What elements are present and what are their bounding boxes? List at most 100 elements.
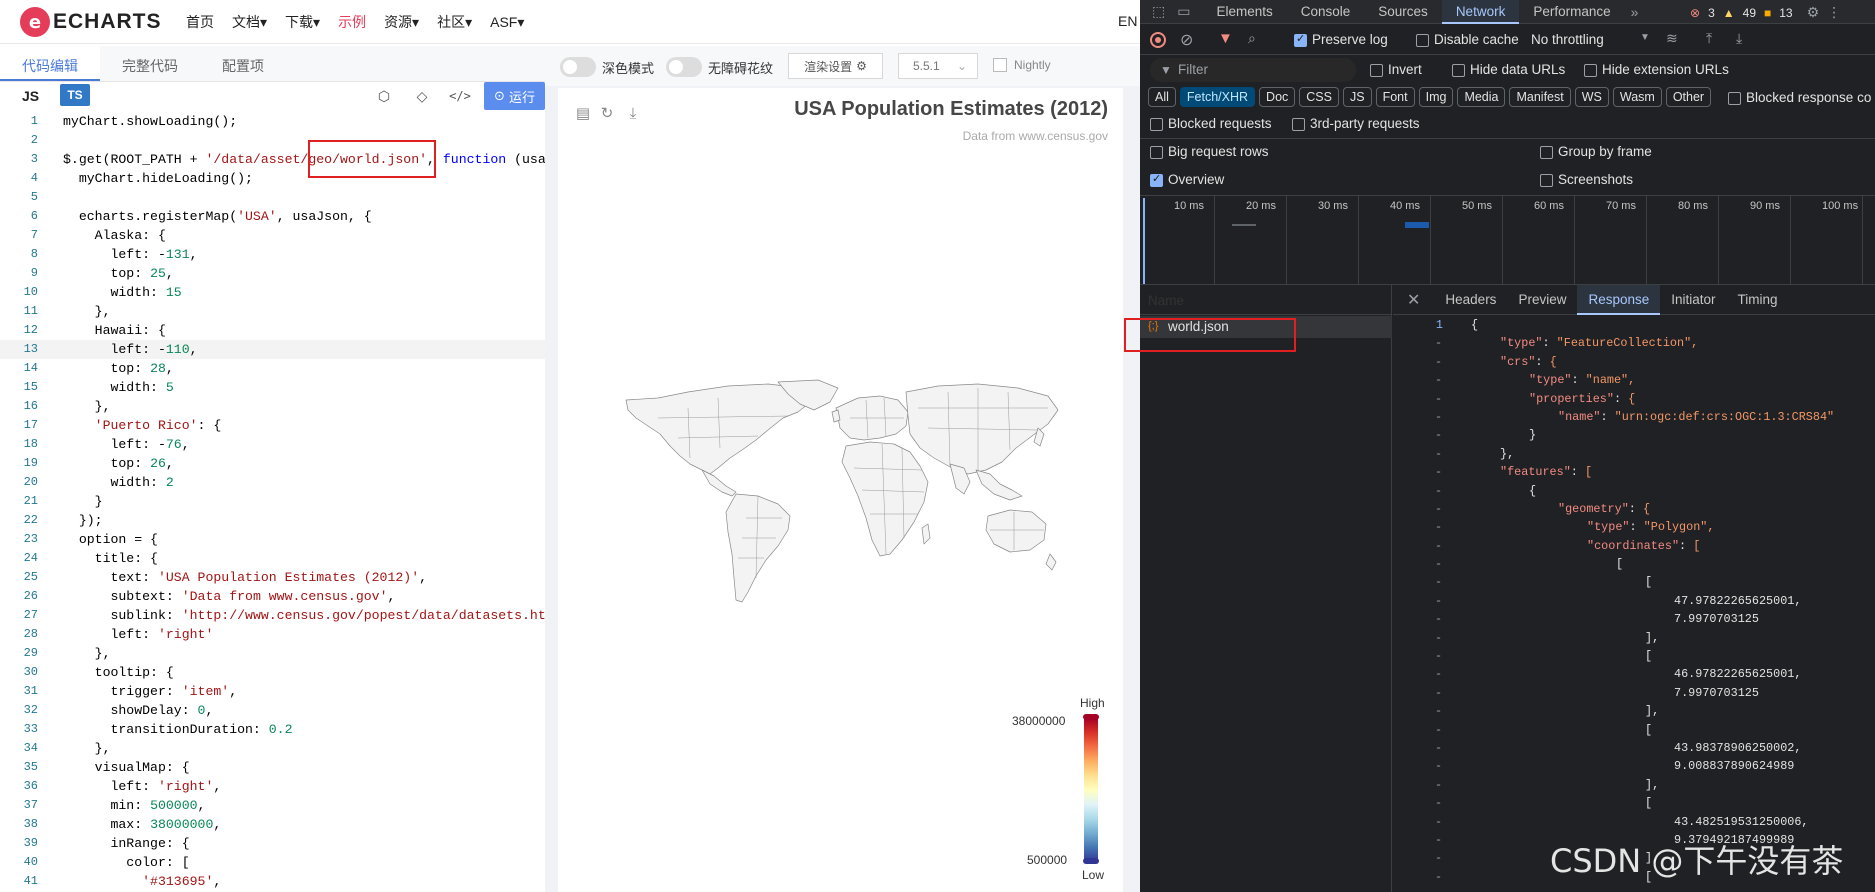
visualmap-bottom-handle[interactable] — [1083, 858, 1099, 864]
invert-checkbox[interactable] — [1370, 64, 1383, 77]
code-line[interactable]: 6 echarts.registerMap('USA', usaJson, { — [0, 207, 545, 226]
nav-link-examples[interactable]: 示例 — [338, 12, 366, 32]
type-ws[interactable]: WS — [1574, 87, 1609, 107]
record-icon[interactable] — [1150, 32, 1166, 48]
a11y-toggle[interactable] — [666, 57, 702, 77]
code-line[interactable]: 19 top: 26, — [0, 454, 545, 473]
lang-ts-toggle[interactable]: TS — [60, 84, 90, 106]
code-line[interactable]: 27 sublink: 'http://www.census.gov/popes… — [0, 606, 545, 625]
type-doc[interactable]: Doc — [1259, 87, 1296, 107]
code-line[interactable]: 30 tooltip: { — [0, 663, 545, 682]
code-line[interactable]: 3 $.get(ROOT_PATH + '/data/asset/geo/worl… — [0, 150, 545, 169]
code-line[interactable]: 35 visualMap: { — [0, 758, 545, 777]
code-line[interactable]: 16 }, — [0, 397, 545, 416]
echarts-logo[interactable]: e ECHARTS — [20, 6, 162, 38]
restore-icon[interactable]: ↻ — [598, 104, 616, 122]
code-line[interactable]: 33 transitionDuration: 0.2 — [0, 720, 545, 739]
overview-checkbox[interactable] — [1150, 172, 1163, 187]
type-css[interactable]: CSS — [1299, 87, 1339, 107]
code-line[interactable]: 32 showDelay: 0, — [0, 701, 545, 720]
code-line[interactable]: 36 left: 'right', — [0, 777, 545, 796]
group-by-frame-checkbox[interactable] — [1540, 146, 1553, 159]
clear-icon[interactable]: ⊘ — [1180, 30, 1193, 50]
code-line[interactable]: 9 top: 25, — [0, 264, 545, 283]
hide-data-urls-checkbox[interactable] — [1452, 64, 1465, 77]
tab-sources[interactable]: Sources — [1364, 0, 1442, 24]
version-select[interactable]: 5.5.1 ⌄ — [898, 53, 978, 79]
issue-counters[interactable]: ⊗ 3 ▲ 49 ■ 13 ⚙ ⋮ — [1690, 4, 1841, 21]
visualmap-top-handle[interactable] — [1083, 714, 1099, 720]
code-line[interactable]: 37 min: 500000, — [0, 796, 545, 815]
cube-icon[interactable]: ⬡ — [374, 86, 394, 106]
code-line[interactable]: 8 left: -131, — [0, 245, 545, 264]
code-line[interactable]: 14 top: 28, — [0, 359, 545, 378]
import-har-icon[interactable]: ⤒ — [1706, 30, 1712, 47]
nav-link-home[interactable]: 首页 — [186, 12, 214, 32]
code-line[interactable]: 26 subtext: 'Data from www.census.gov', — [0, 587, 545, 606]
language-switch[interactable]: EN — [1118, 13, 1137, 29]
code-line[interactable]: 18 left: -76, — [0, 435, 545, 454]
code-line[interactable]: 40 color: [ — [0, 853, 545, 872]
blocked-response-cookies-checkbox[interactable] — [1728, 92, 1741, 105]
tab-headers[interactable]: Headers — [1434, 285, 1507, 315]
tab-console[interactable]: Console — [1287, 0, 1365, 24]
code-line[interactable]: 22 }); — [0, 511, 545, 530]
code-line[interactable]: 24 title: { — [0, 549, 545, 568]
type-fetch-xhr[interactable]: Fetch/XHR — [1179, 87, 1256, 107]
type-manifest[interactable]: Manifest — [1509, 87, 1571, 107]
screenshots-checkbox[interactable] — [1540, 174, 1553, 187]
data-view-icon[interactable]: ▤ — [574, 104, 592, 122]
type-font[interactable]: Font — [1375, 87, 1415, 107]
tab-preview[interactable]: Preview — [1507, 285, 1577, 315]
hide-extension-urls-checkbox[interactable] — [1584, 64, 1597, 77]
nav-link-resources[interactable]: 资源▾ — [384, 12, 419, 32]
code-icon[interactable]: </> — [449, 86, 471, 106]
run-button[interactable]: ⊙ 运行 — [484, 82, 545, 110]
device-toolbar-icon[interactable]: ▭ — [1171, 3, 1202, 20]
close-icon[interactable]: ✕ — [1393, 290, 1434, 310]
tab-elements[interactable]: Elements — [1202, 0, 1286, 24]
code-line[interactable]: 31 trigger: 'item', — [0, 682, 545, 701]
more-tabs-icon[interactable]: » — [1625, 4, 1645, 20]
save-image-icon[interactable]: ⤓ — [624, 104, 642, 122]
code-line[interactable]: 20 width: 2 — [0, 473, 545, 492]
big-request-rows-checkbox[interactable] — [1150, 146, 1163, 159]
code-line[interactable]: 10 width: 15 — [0, 283, 545, 302]
box-icon[interactable]: ◇ — [412, 86, 432, 106]
filter-input[interactable]: Filter — [1150, 58, 1356, 82]
code-line[interactable]: 13 left: -110, — [0, 340, 545, 359]
code-line[interactable]: 15 width: 5 — [0, 378, 545, 397]
nav-link-community[interactable]: 社区▾ — [437, 12, 472, 32]
tab-initiator[interactable]: Initiator — [1660, 285, 1726, 315]
code-line[interactable]: 12 Hawaii: { — [0, 321, 545, 340]
tab-timing[interactable]: Timing — [1727, 285, 1789, 315]
type-img[interactable]: Img — [1418, 87, 1454, 107]
name-column-header[interactable]: Name — [1140, 285, 1392, 315]
blocked-requests-checkbox[interactable] — [1150, 118, 1163, 131]
inspect-element-icon[interactable]: ⬚ — [1140, 3, 1171, 20]
code-editor[interactable]: 1 myChart.showLoading(); 2 3 $.get(ROOT_PATH… — [0, 112, 545, 892]
nav-link-asf[interactable]: ASF▾ — [490, 14, 524, 31]
type-all[interactable]: All — [1148, 87, 1176, 107]
code-line[interactable]: 28 left: 'right' — [0, 625, 545, 644]
response-body[interactable]: 1{- "type": "FeatureCollection", - "crs": {… — [1393, 316, 1875, 892]
nav-link-docs[interactable]: 文档▾ — [232, 12, 267, 32]
code-line[interactable]: 39 inRange: { — [0, 834, 545, 853]
code-line[interactable]: 21 } — [0, 492, 545, 511]
code-line[interactable]: 1 myChart.showLoading(); — [0, 112, 545, 131]
code-line[interactable]: 25 text: 'USA Population Estimates (2012… — [0, 568, 545, 587]
throttling-dropdown-icon[interactable]: ▼ — [1640, 32, 1650, 43]
code-line[interactable]: 7 Alaska: { — [0, 226, 545, 245]
nightly-checkbox[interactable] — [993, 58, 1007, 72]
type-wasm[interactable]: Wasm — [1612, 87, 1662, 107]
code-line[interactable]: 38 max: 38000000, — [0, 815, 545, 834]
code-line[interactable]: 5 — [0, 188, 545, 207]
code-line[interactable]: 23 option = { — [0, 530, 545, 549]
code-line[interactable]: 17 'Puerto Rico': { — [0, 416, 545, 435]
lang-js-toggle[interactable]: JS — [22, 88, 39, 104]
network-conditions-icon[interactable]: ≋ — [1666, 30, 1678, 47]
code-line[interactable]: 34 }, — [0, 739, 545, 758]
search-icon[interactable]: ⌕ — [1248, 30, 1256, 47]
tab-response[interactable]: Response — [1577, 284, 1661, 315]
settings-gear-icon[interactable]: ⚙ — [1807, 4, 1820, 21]
